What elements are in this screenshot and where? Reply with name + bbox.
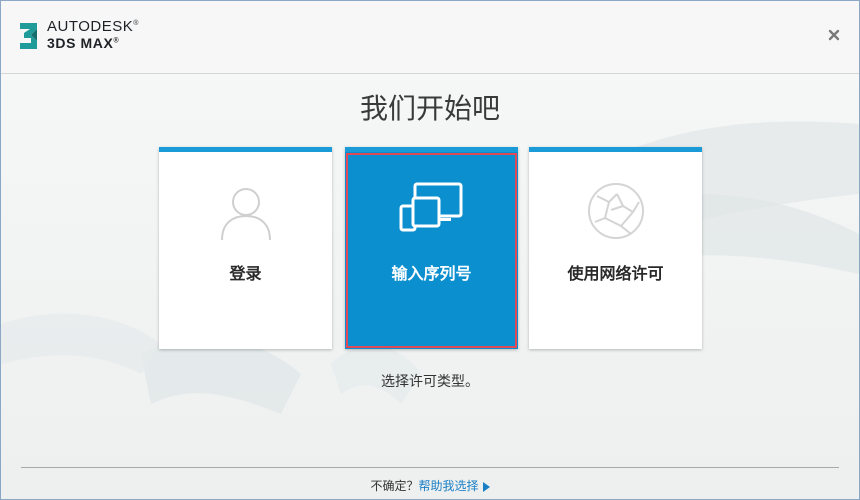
option-network-license-label: 使用网络许可 xyxy=(567,264,664,283)
option-sign-in[interactable]: 登录 xyxy=(159,147,332,349)
dialog-header: AUTODESK® 3DS MAX® xyxy=(1,1,859,74)
option-enter-serial[interactable]: 输入序列号 xyxy=(345,147,518,349)
page-title: 我们开始吧 xyxy=(359,92,500,125)
license-dialog: AUTODESK® 3DS MAX® 我们开始吧 登录 输入序列号 使用网络许可… xyxy=(0,0,860,500)
footer: 不确定？帮助我选择 xyxy=(1,477,859,494)
brand-autodesk: AUTODESK® xyxy=(47,18,139,35)
footer-question: 不确定？ xyxy=(370,479,419,493)
help-me-choose-link[interactable]: 帮助我选择 xyxy=(419,479,479,493)
license-type-hint: 选择许可类型。 xyxy=(381,374,479,390)
devices-icon xyxy=(399,182,462,232)
3ds-max-logo-icon xyxy=(20,23,37,49)
user-silhouette-icon xyxy=(220,188,271,241)
footer-divider xyxy=(21,467,839,468)
option-sign-in-label: 登录 xyxy=(229,264,262,283)
close-icon[interactable] xyxy=(827,28,841,42)
option-enter-serial-label: 输入序列号 xyxy=(391,264,472,283)
network-globe-icon xyxy=(587,183,644,239)
play-arrow-icon[interactable] xyxy=(482,481,490,492)
option-network-license[interactable]: 使用网络许可 xyxy=(529,147,702,349)
brand-product: 3DS MAX® xyxy=(47,35,120,51)
